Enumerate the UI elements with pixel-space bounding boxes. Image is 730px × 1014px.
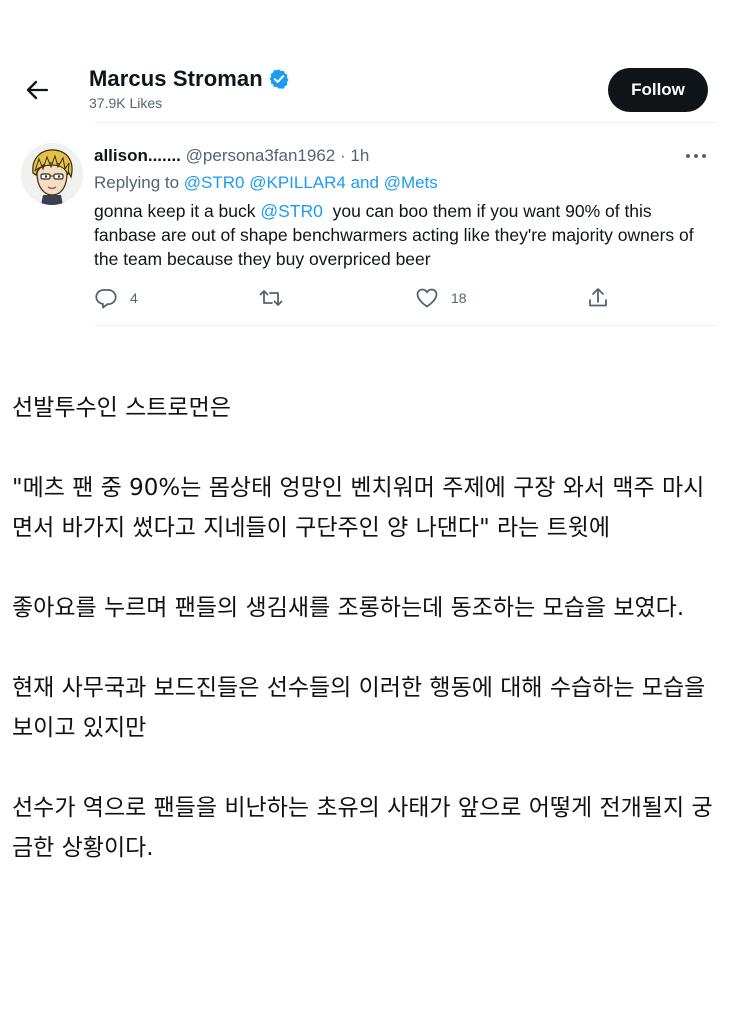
share-icon [589, 288, 607, 307]
avatar[interactable] [21, 143, 83, 205]
reply-button[interactable]: 4 [94, 286, 138, 310]
share-button[interactable] [586, 286, 610, 310]
mention-link[interactable]: @STR0 [260, 201, 323, 221]
profile-header: Marcus Stroman 37.9K Likes Follow [0, 0, 730, 122]
mention-link[interactable]: @Mets [384, 173, 438, 192]
mention-link[interactable]: @STR0 [184, 173, 245, 192]
article-paragraph: 선수가 역으로 팬들을 비난하는 초유의 사태가 앞으로 어떻게 전개될지 궁금… [12, 795, 713, 861]
back-arrow-icon [26, 80, 48, 100]
tweet-time-separator: · [335, 146, 351, 165]
tweet-text: gonna keep it a buck @STR0 you can boo t… [94, 199, 704, 271]
reply-icon [95, 289, 117, 309]
article-paragraph: 좋아요를 누르며 팬들의 생김새를 조롱하는데 동조하는 모습을 보였다. [12, 595, 685, 621]
more-icon [686, 154, 706, 158]
retweet-button[interactable] [258, 286, 284, 310]
like-button[interactable]: 18 [415, 286, 467, 310]
header-divider [94, 122, 718, 123]
tweet-author-name[interactable]: allison....... [94, 146, 181, 165]
tweet-text-part: gonna keep it a buck [94, 201, 261, 221]
article-paragraph: "메츠 팬 중 90%는 몸상태 엉망인 벤치워머 주제에 구장 와서 맥주 마… [12, 475, 705, 541]
tweet-actions: 4 18 [94, 286, 624, 312]
heart-icon [416, 288, 438, 308]
replying-to: Replying to @STR0 @KPILLAR4 and @Mets [94, 173, 438, 193]
tweet-divider [94, 325, 718, 326]
article-paragraph: 선발투수인 스트로먼은 [12, 395, 231, 421]
article-body: 선발투수인 스트로먼은 "메츠 팬 중 90%는 몸상태 엉망인 벤치워머 주제… [12, 388, 722, 868]
profile-name[interactable]: Marcus Stroman [89, 66, 263, 92]
replying-and: and [345, 173, 384, 192]
tweet-header: allison....... @persona3fan1962 · 1h [94, 146, 369, 166]
replying-prefix: Replying to [94, 173, 184, 192]
like-count: 18 [451, 290, 467, 306]
verified-badge-icon [268, 68, 290, 90]
retweet-icon [259, 290, 283, 306]
tweet-time[interactable]: 1h [350, 146, 369, 165]
follow-button[interactable]: Follow [608, 68, 708, 112]
back-button[interactable] [22, 76, 52, 104]
profile-title: Marcus Stroman 37.9K Likes [89, 66, 290, 111]
mention-link[interactable]: @KPILLAR4 [249, 173, 346, 192]
likes-count: 37.9K Likes [89, 95, 163, 111]
more-button[interactable] [684, 146, 708, 166]
article-paragraph: 현재 사무국과 보드진들은 선수들의 이러한 행동에 대해 수습하는 모습을 보… [12, 675, 706, 741]
tweet-author-handle[interactable]: @persona3fan1962 [186, 146, 336, 165]
reply-count: 4 [130, 290, 138, 306]
